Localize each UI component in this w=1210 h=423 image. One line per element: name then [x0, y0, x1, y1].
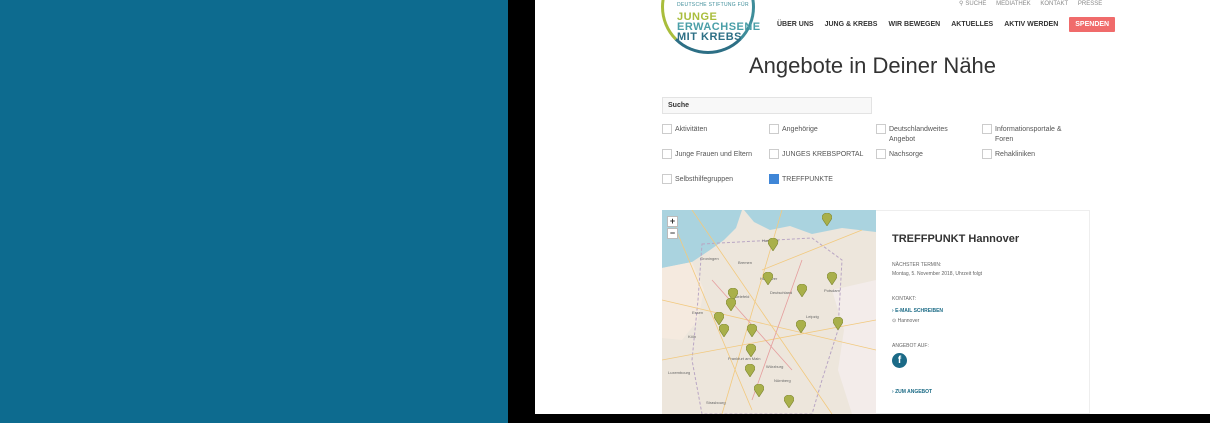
map-marker-icon[interactable] — [833, 317, 843, 330]
checkbox[interactable] — [769, 149, 779, 159]
facebook-icon[interactable]: f — [892, 353, 907, 368]
search-input[interactable]: Suche — [662, 97, 872, 114]
map-marker-icon[interactable] — [768, 238, 778, 251]
browser-screen: DEUTSCHE STIFTUNG FÜR JUNGE ERWACHSENE M… — [535, 0, 1210, 414]
offer-on-label: ANGEBOT AUF: — [892, 343, 929, 349]
top-links: ⚲ SUCHE MEDIATHEK KONTAKT PRESSE — [959, 0, 1110, 7]
zoom-in-button[interactable]: + — [667, 216, 678, 227]
map-marker-icon[interactable] — [827, 272, 837, 285]
map-marker-icon[interactable] — [754, 384, 764, 397]
filter-junge-frauen[interactable]: Junge Frauen und Eltern — [662, 149, 767, 160]
nav-aktuelles[interactable]: AKTUELLES — [951, 21, 993, 28]
next-date-label: NÄCHSTER TERMIN: — [892, 262, 942, 268]
map-label: Leipzig — [806, 314, 819, 319]
nav-jung-krebs[interactable]: JUNG & KREBS — [825, 21, 878, 28]
map-marker-icon[interactable] — [747, 324, 757, 337]
location-text: ⊙ Hannover — [892, 318, 920, 324]
presse-link[interactable]: PRESSE — [1078, 1, 1102, 7]
map-marker-icon[interactable] — [719, 324, 729, 337]
map-label: Köln — [688, 334, 697, 339]
filter-rehakliniken[interactable]: Rehakliniken — [982, 149, 1077, 160]
map-marker-icon[interactable] — [796, 320, 806, 333]
page-title: Angebote in Deiner Nähe — [748, 53, 997, 78]
nav-aktiv-werden[interactable]: AKTIV WERDEN — [1004, 21, 1058, 28]
checkbox-checked[interactable] — [769, 174, 779, 184]
map-label: Würzburg — [766, 364, 784, 369]
checkbox[interactable] — [662, 149, 672, 159]
filter-treffpunkte[interactable]: TREFFPUNKTE — [769, 174, 864, 185]
zum-angebot-link[interactable]: › ZUM ANGEBOT — [892, 389, 932, 395]
map-marker-icon[interactable] — [763, 272, 773, 285]
logo-top-text: DEUTSCHE STIFTUNG FÜR — [677, 2, 749, 8]
filter-informationsportale[interactable]: Informationsportale & Foren — [982, 124, 1077, 145]
checkbox[interactable] — [769, 124, 779, 134]
map-marker-icon[interactable] — [726, 298, 736, 311]
map-label: Strasbourg — [706, 400, 726, 405]
checkbox[interactable] — [876, 124, 886, 134]
checkbox[interactable] — [982, 149, 992, 159]
nav-ueber-uns[interactable]: ÜBER UNS — [777, 21, 814, 28]
search-icon: ⚲ — [959, 1, 964, 7]
checkbox[interactable] — [876, 149, 886, 159]
checkbox[interactable] — [982, 124, 992, 134]
filter-junges-krebsportal[interactable]: JUNGES KREBSPORTAL — [769, 149, 874, 160]
chevron-right-icon: › — [892, 308, 894, 314]
map-label: Luxembourg — [668, 370, 691, 375]
kontakt-link[interactable]: KONTAKT — [1040, 1, 1068, 7]
email-link[interactable]: › E-MAIL SCHREIBEN — [892, 308, 943, 314]
chevron-right-icon: › — [892, 389, 894, 395]
map-marker-icon[interactable] — [745, 364, 755, 377]
map-marker-icon[interactable] — [784, 395, 794, 408]
detail-panel: TREFFPUNKT Hannover NÄCHSTER TERMIN: Mon… — [876, 210, 1090, 414]
contact-label: KONTAKT: — [892, 296, 917, 302]
main-navigation: ÜBER UNS JUNG & KREBS WIR BEWEGEN AKTUEL… — [777, 16, 1116, 32]
checkbox[interactable] — [662, 124, 672, 134]
map-label: Groningen — [700, 256, 719, 261]
checkbox[interactable] — [662, 174, 672, 184]
map-label: Nürnberg — [774, 378, 791, 383]
next-date-value: Montag, 5. November 2018, Uhrzeit folgt — [892, 271, 983, 277]
map-marker-icon[interactable] — [822, 213, 832, 226]
detail-title: TREFFPUNKT Hannover — [892, 233, 1020, 245]
map-label: Potsdam — [824, 288, 840, 293]
map-label: Bremen — [738, 260, 753, 265]
filter-angehoerige[interactable]: Angehörige — [769, 124, 864, 135]
filter-selbsthilfegruppen[interactable]: Selbsthilfegruppen — [662, 174, 757, 185]
mediathek-link[interactable]: MEDIATHEK — [996, 1, 1031, 7]
map-marker-icon[interactable] — [746, 344, 756, 357]
spenden-button[interactable]: SPENDEN — [1069, 16, 1116, 32]
search-link[interactable]: ⚲ SUCHE — [959, 1, 986, 7]
zoom-out-button[interactable]: − — [667, 228, 678, 239]
location-pin-icon: ⊙ — [892, 318, 897, 324]
map-label: Essen — [692, 310, 704, 315]
filter-nachsorge[interactable]: Nachsorge — [876, 149, 971, 160]
nav-wir-bewegen[interactable]: WIR BEWEGEN — [888, 21, 940, 28]
map-view[interactable]: + − Hamburg Bremen Groningen Hannover De… — [662, 210, 876, 414]
filter-aktivitaeten[interactable]: Aktivitäten — [662, 124, 757, 135]
map-label: Deutschland — [770, 290, 793, 295]
filter-deutschlandweites-angebot[interactable]: Deutschlandweites Angebot — [876, 124, 971, 145]
logo-line-3: MIT KREBS — [677, 31, 742, 43]
map-marker-icon[interactable] — [797, 284, 807, 297]
